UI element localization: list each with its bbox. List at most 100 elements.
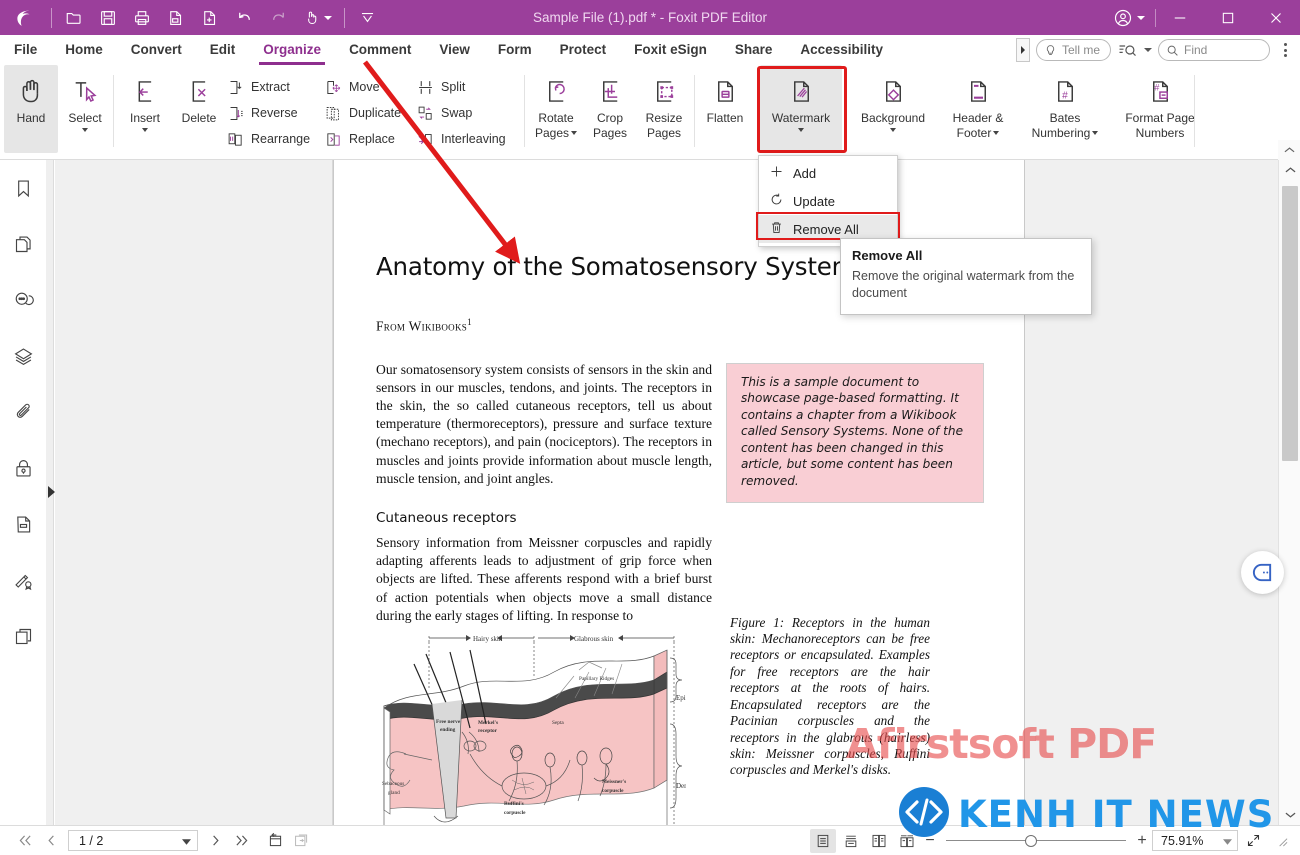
comments-icon[interactable] (0, 272, 46, 328)
scroll-up-icon[interactable] (1279, 160, 1300, 180)
tool-replace[interactable]: Replace (320, 126, 405, 152)
save-icon[interactable] (91, 0, 125, 35)
tool-select[interactable]: Select (58, 65, 112, 153)
menu-item-update[interactable]: Update (759, 187, 897, 215)
tab-form[interactable]: Form (484, 35, 546, 65)
tab-convert[interactable]: Convert (117, 35, 196, 65)
chevron-down-icon[interactable] (571, 131, 578, 135)
ai-assistant-button[interactable] (1241, 551, 1284, 594)
tool-rotate-pages[interactable]: Rotate Pages (529, 65, 583, 153)
zoom-in-button[interactable]: + (1134, 832, 1150, 850)
tool-interleaving[interactable]: Interleaving (412, 126, 510, 152)
tool-delete-pages[interactable]: Delete (172, 65, 226, 153)
tool-duplicate[interactable]: Duplicate (320, 100, 405, 126)
chevron-down-icon[interactable] (142, 128, 148, 132)
tool-resize-pages[interactable]: Resize Pages (637, 65, 691, 153)
more-options-icon[interactable] (1276, 43, 1294, 57)
search-options-button[interactable] (1117, 42, 1152, 58)
attachments-icon[interactable] (0, 384, 46, 440)
page-thumbnails-icon[interactable] (0, 216, 46, 272)
fullscreen-icon[interactable] (1240, 828, 1266, 854)
chevron-down-icon[interactable] (993, 131, 1000, 135)
stamps-icon[interactable] (0, 608, 46, 664)
tab-edit[interactable]: Edit (196, 35, 250, 65)
open-icon[interactable] (57, 0, 91, 35)
rotate-pages-icon (543, 72, 570, 110)
fit-window-icon[interactable] (288, 828, 314, 854)
scroll-down-icon[interactable] (1279, 805, 1300, 825)
tab-organize[interactable]: Organize (249, 35, 335, 65)
chevron-down-icon[interactable] (323, 15, 332, 20)
chevron-down-icon[interactable] (1092, 131, 1099, 135)
rotate-view-icon[interactable] (262, 828, 288, 854)
layers-icon[interactable] (0, 328, 46, 384)
signatures-icon[interactable] (0, 552, 46, 608)
tool-split[interactable]: Split (412, 74, 510, 100)
export-icon[interactable] (159, 0, 193, 35)
tool-crop-pages[interactable]: Crop Pages (583, 65, 637, 153)
tab-view[interactable]: View (425, 35, 484, 65)
bookmarks-icon[interactable] (0, 160, 46, 216)
chevron-down-icon[interactable] (890, 128, 896, 132)
tab-protect[interactable]: Protect (546, 35, 621, 65)
print-icon[interactable] (125, 0, 159, 35)
chevron-down-icon[interactable] (1223, 834, 1232, 848)
expand-panel-arrow-icon[interactable] (48, 486, 55, 498)
close-icon[interactable] (1252, 0, 1300, 35)
tell-me-input[interactable]: Tell me (1035, 39, 1111, 61)
tool-background[interactable]: Background (850, 65, 936, 153)
facing-view-button[interactable] (866, 829, 892, 853)
account-icon[interactable] (1103, 0, 1155, 35)
tab-file[interactable]: File (0, 35, 51, 65)
first-page-icon[interactable] (12, 828, 38, 854)
chevron-down-icon[interactable] (82, 128, 88, 132)
page-number-input[interactable]: 1 / 2 (68, 830, 198, 851)
tool-hand[interactable]: Hand (4, 65, 58, 153)
maximize-icon[interactable] (1204, 0, 1252, 35)
vertical-scrollbar[interactable] (1278, 160, 1300, 825)
tool-move[interactable]: Move (320, 74, 405, 100)
menu-item-add[interactable]: Add (759, 159, 897, 187)
last-page-icon[interactable] (228, 828, 254, 854)
chevron-down-icon[interactable] (182, 834, 191, 848)
tab-share[interactable]: Share (721, 35, 787, 65)
tool-swap[interactable]: Swap (412, 100, 510, 126)
scroll-up-page-icon[interactable] (1278, 140, 1300, 160)
tab-home[interactable]: Home (51, 35, 117, 65)
tool-flatten[interactable]: Flatten (698, 65, 752, 153)
zoom-out-button[interactable]: − (922, 832, 938, 850)
chevron-down-icon[interactable] (1137, 15, 1145, 20)
tool-reverse[interactable]: Reverse (222, 100, 314, 126)
facing-continuous-view-button[interactable] (894, 829, 920, 853)
zoom-level-input[interactable]: 75.91% (1152, 830, 1238, 851)
zoom-slider-knob[interactable] (1025, 834, 1038, 847)
customize-toolbar-icon[interactable] (350, 0, 384, 35)
tool-extract[interactable]: Extract (222, 74, 314, 100)
find-input[interactable]: Find (1158, 39, 1270, 61)
create-pdf-icon[interactable] (193, 0, 227, 35)
next-page-icon[interactable] (202, 828, 228, 854)
tab-accessibility[interactable]: Accessibility (786, 35, 897, 65)
resize-grip-icon[interactable] (1268, 828, 1294, 854)
tab-foxit-esign[interactable]: Foxit eSign (620, 35, 721, 65)
touch-mode-icon[interactable] (295, 0, 339, 35)
zoom-slider[interactable] (946, 829, 1126, 853)
chevron-down-icon[interactable] (1144, 48, 1152, 52)
tool-insert-pages[interactable]: Insert (118, 65, 172, 153)
fields-icon[interactable] (0, 496, 46, 552)
scrollbar-thumb[interactable] (1282, 186, 1298, 461)
tool-move-label: Move (349, 80, 380, 94)
tab-comment[interactable]: Comment (335, 35, 425, 65)
tab-overflow-button[interactable] (1015, 38, 1030, 62)
redo-icon[interactable] (261, 0, 295, 35)
undo-icon[interactable] (227, 0, 261, 35)
prev-page-icon[interactable] (38, 828, 64, 854)
security-icon[interactable] (0, 440, 46, 496)
tool-crop-line1: Crop (596, 111, 623, 125)
tool-rearrange[interactable]: Rearrange (222, 126, 314, 152)
continuous-view-button[interactable] (838, 829, 864, 853)
minimize-icon[interactable] (1156, 0, 1204, 35)
tool-header-footer[interactable]: Header & Footer (942, 65, 1014, 153)
tool-bates-numbering[interactable]: # Bates Numbering (1028, 65, 1102, 153)
single-page-view-button[interactable] (810, 828, 836, 853)
